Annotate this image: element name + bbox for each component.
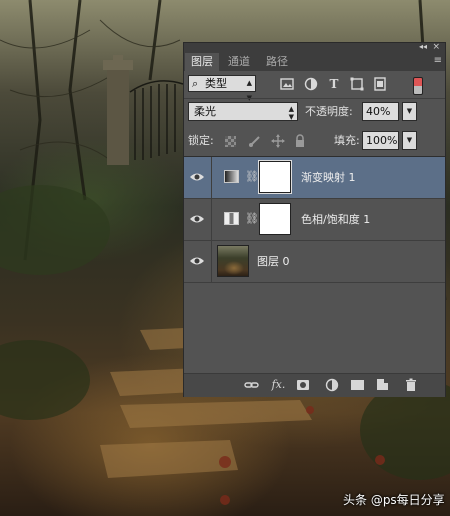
layers-list: ⛓ 渐变映射 1 ⛓ 色相/饱和度 1 图层 0 [184, 156, 445, 377]
adjustment-filter-icon[interactable] [304, 77, 318, 91]
layer-row-gradient-map[interactable]: ⛓ 渐变映射 1 [184, 157, 445, 199]
layer-thumbnail[interactable] [217, 245, 249, 277]
tab-channels[interactable]: 通道 [222, 53, 256, 71]
panel-menu-icon[interactable]: ≡ [434, 55, 442, 67]
new-adjustment-icon[interactable] [324, 378, 339, 392]
link-chain-icon[interactable]: ⛓ [245, 211, 259, 227]
eye-icon[interactable] [189, 212, 205, 226]
close-icon[interactable]: × [432, 42, 440, 52]
blend-row: 柔光 ▲ ▼ 不透明度: 40% ▼ [184, 100, 445, 124]
filter-kind-select[interactable]: ⌕ 类型 ▲▼ [188, 75, 256, 102]
tab-paths[interactable]: 路径 [260, 53, 294, 71]
blend-mode-select[interactable]: 柔光 ▲ ▼ [188, 102, 298, 121]
lock-brush-icon[interactable] [248, 134, 262, 148]
link-icon[interactable] [244, 378, 259, 392]
layer-row-hue-saturation[interactable]: ⛓ 色相/饱和度 1 [184, 199, 445, 241]
eye-icon[interactable] [189, 254, 205, 268]
panel-titlebar[interactable]: ◂◂ × [184, 42, 445, 53]
trash-icon[interactable] [403, 378, 418, 392]
updown-arrows-icon: ▲▼ [288, 105, 294, 121]
lock-move-icon[interactable] [271, 134, 285, 148]
divider [184, 98, 445, 99]
layer-name[interactable]: 色相/饱和度 1 [301, 199, 370, 240]
visibility-cell[interactable] [184, 199, 212, 240]
visibility-cell[interactable] [184, 157, 212, 198]
fx-icon[interactable]: fx. [271, 378, 286, 392]
shape-filter-icon[interactable] [350, 77, 364, 91]
panel-bottom-bar: fx. [184, 373, 445, 397]
search-icon: ⌕ [192, 77, 199, 90]
filter-kind-label: 类型 [205, 77, 227, 90]
eye-icon[interactable] [189, 170, 205, 184]
layer-row-pixel[interactable]: 图层 0 [184, 241, 445, 283]
layer-mask-thumbnail[interactable] [259, 203, 291, 235]
lock-label: 锁定: [188, 134, 214, 147]
hue-saturation-icon [224, 212, 239, 225]
smart-object-filter-icon[interactable] [373, 77, 387, 91]
blend-mode-value: 柔光 [194, 105, 216, 118]
layers-panel: ◂◂ × 图层 通道 路径 ≡ ⌕ 类型 ▲▼ T 柔光 [183, 42, 446, 397]
gradient-map-icon [224, 170, 239, 183]
fill-dropdown-button[interactable]: ▼ [402, 131, 417, 150]
collapse-icon[interactable]: ◂◂ [419, 42, 427, 52]
add-mask-icon[interactable] [297, 380, 309, 390]
opacity-input[interactable]: 40% [362, 102, 399, 121]
layer-filter-row: ⌕ 类型 ▲▼ T [184, 72, 445, 102]
link-chain-icon[interactable]: ⛓ [245, 169, 259, 185]
type-filter-icon[interactable]: T [327, 77, 341, 91]
visibility-cell[interactable] [184, 241, 212, 282]
image-filter-icon[interactable] [280, 77, 294, 91]
panel-tabbar: 图层 通道 路径 ≡ [184, 53, 445, 71]
layer-name[interactable]: 图层 0 [257, 241, 290, 282]
layer-mask-thumbnail[interactable] [258, 160, 292, 194]
lock-row: 锁定: 填充: 100% ▼ [184, 129, 445, 153]
lock-all-icon[interactable] [293, 134, 307, 148]
lock-transparent-icon[interactable] [225, 136, 236, 147]
opacity-label: 不透明度: [305, 105, 353, 118]
watermark: 头条 @ps每日分享 [343, 493, 445, 507]
layer-name[interactable]: 渐变映射 1 [301, 157, 356, 198]
new-group-icon[interactable] [351, 380, 364, 390]
filter-toggle-switch[interactable] [413, 77, 423, 95]
opacity-dropdown-button[interactable]: ▼ [402, 102, 417, 121]
tab-layers[interactable]: 图层 [185, 53, 219, 71]
fill-input[interactable]: 100% [362, 131, 399, 150]
new-layer-icon[interactable] [377, 379, 388, 390]
fill-label: 填充: [334, 134, 360, 147]
